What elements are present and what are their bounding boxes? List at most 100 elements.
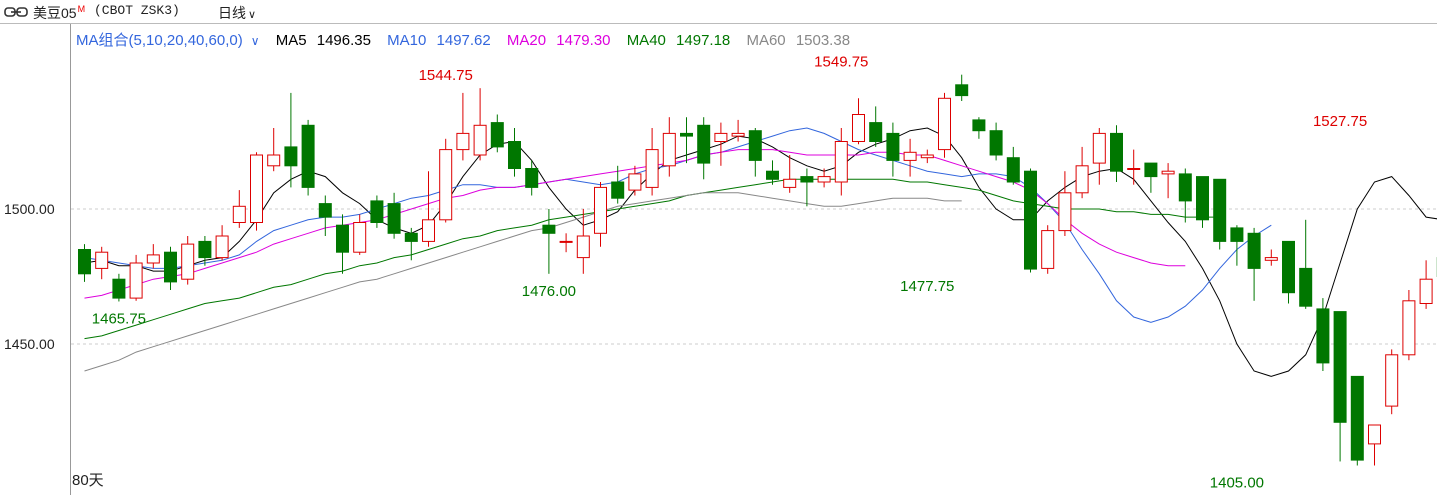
candle (1178, 168, 1192, 223)
candle (662, 117, 676, 177)
candle (1299, 219, 1313, 309)
candle-body-down (542, 224, 556, 234)
candle-body-down (989, 130, 1003, 156)
candle (181, 236, 195, 285)
candle-body-down (1316, 308, 1330, 364)
candle-body-up (576, 235, 590, 259)
candle-body-up (439, 149, 453, 221)
candle-body-down (112, 278, 126, 299)
candle (318, 195, 332, 236)
candle (525, 160, 539, 196)
candle (112, 273, 126, 302)
candle-body-up (1419, 278, 1433, 305)
candle (95, 246, 109, 280)
candle-body-down (1247, 232, 1261, 269)
candle-body-down (1230, 227, 1244, 242)
candle-body-down (1333, 311, 1347, 423)
candle-body-up (559, 240, 573, 243)
candle-body-up (146, 254, 160, 264)
candle-body-up (95, 251, 109, 269)
candle-body-up (920, 154, 934, 159)
candle (852, 98, 865, 145)
candle (387, 192, 401, 239)
candle-body-up (129, 262, 143, 299)
candle (834, 128, 848, 196)
candle-body-down (1110, 132, 1123, 172)
candle (473, 88, 487, 161)
candle-body-up (731, 132, 745, 137)
candle-body-down (78, 249, 91, 275)
candle-body-up (817, 176, 831, 183)
candle (1368, 424, 1381, 466)
candle-body-up (645, 149, 659, 188)
candle (508, 128, 521, 177)
candle-body-down (611, 181, 625, 199)
candle-body-down (1178, 173, 1192, 202)
candle (232, 190, 246, 228)
candle (1230, 225, 1244, 266)
candle (1333, 311, 1347, 462)
candle (697, 117, 711, 180)
candle-body-down (1350, 375, 1364, 461)
candle (800, 168, 814, 207)
candle (353, 214, 367, 255)
candle-body-down (886, 132, 900, 161)
candle (714, 122, 728, 166)
candle-body-up (232, 205, 246, 224)
candle (1075, 146, 1089, 199)
candle-body-up (1041, 230, 1055, 269)
candle-body-up (1075, 165, 1089, 194)
candle (1092, 128, 1106, 185)
candle (1419, 260, 1433, 309)
candle-body-down (284, 146, 298, 167)
candle-body-down (972, 119, 986, 132)
candles (78, 74, 1437, 466)
candle-body-down (1213, 178, 1227, 242)
low-price-label: 1476.00 (522, 283, 576, 300)
candle (490, 114, 504, 153)
candle-body-down (1299, 267, 1313, 307)
candle (146, 244, 160, 269)
y-tick-label: 1500.00 (4, 201, 55, 217)
high-low-labels: 1465.75 1544.75 1476.00 1549.75 1477.75 1405.… (92, 54, 1367, 492)
candle (628, 165, 642, 196)
candle (1213, 178, 1227, 250)
candle-body-up (1264, 257, 1278, 261)
candle-body-down (490, 122, 504, 148)
low-price-label: 1477.75 (900, 278, 954, 295)
candle (817, 168, 831, 188)
candle-body-down (1196, 176, 1209, 221)
candle-body-down (508, 141, 521, 169)
candle-body-up (1161, 170, 1175, 175)
candle-body-up (1092, 132, 1106, 164)
y-tick-label: 1450.00 (4, 336, 55, 352)
candle (989, 122, 1003, 161)
candle (1041, 225, 1055, 274)
candle-body-up (1368, 424, 1381, 445)
candle-body-down (301, 124, 315, 188)
candle (972, 117, 986, 139)
candle-body-up (267, 154, 281, 167)
candle (783, 155, 797, 193)
candle-body-up (714, 132, 728, 142)
days-count: 80天 (72, 472, 104, 489)
candle-body-up (456, 132, 470, 151)
candle (920, 149, 934, 164)
candle-body-down (869, 122, 883, 142)
candle (336, 214, 349, 274)
candle (1316, 298, 1330, 371)
candle-body-down (680, 132, 693, 137)
candle-body-up (250, 154, 263, 223)
candle (1196, 176, 1209, 228)
candle (1402, 290, 1416, 361)
candle (903, 138, 917, 177)
candle-body-up (1127, 168, 1141, 170)
low-price-label: 1405.00 (1210, 475, 1264, 492)
candle (938, 92, 951, 158)
high-price-label: 1527.75 (1313, 113, 1367, 130)
candle-body-up (628, 173, 642, 191)
candle (645, 128, 659, 196)
candle (1058, 171, 1072, 236)
candlestick-chart[interactable]: 1500.00 1450.00 1465.75 1544.75 1476.00 1549… (0, 0, 1437, 495)
candle (250, 152, 263, 231)
